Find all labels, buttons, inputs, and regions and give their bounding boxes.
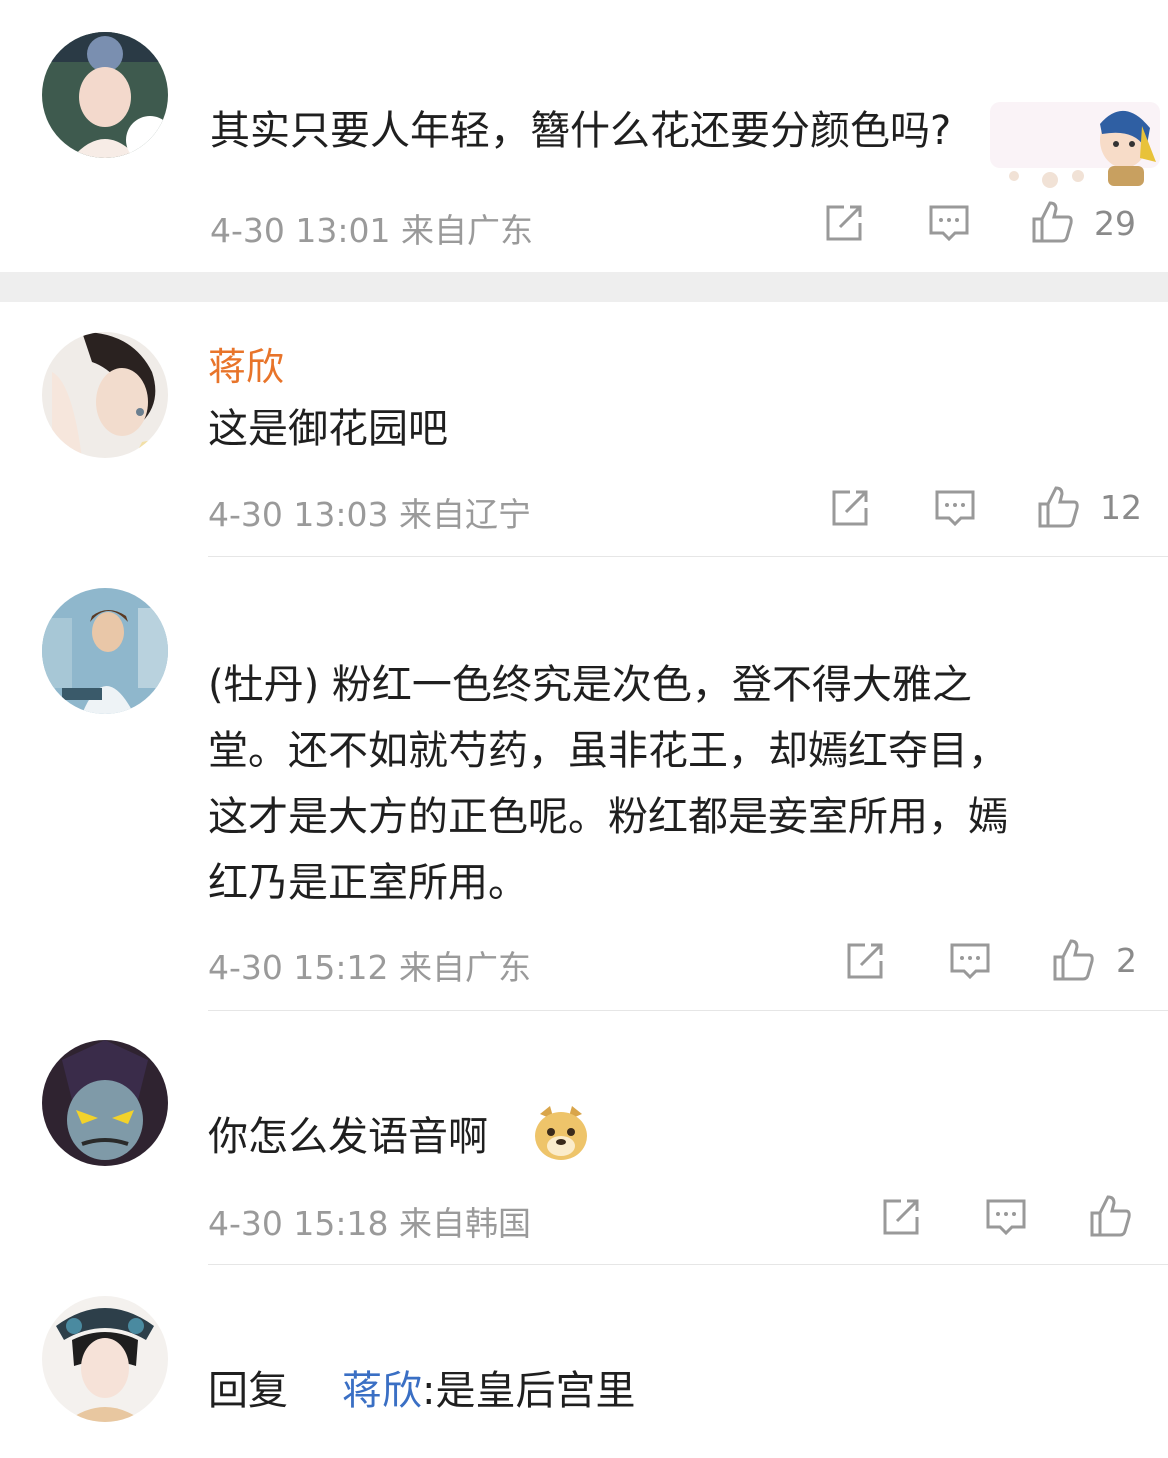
- like-count: 12: [1100, 488, 1142, 527]
- comment-time: 4-30 15:12 来自广东: [208, 948, 531, 987]
- comment-location: 来自广东: [399, 948, 531, 987]
- like-count: 2: [1116, 941, 1137, 980]
- comment-icon[interactable]: [927, 201, 971, 245]
- avatar[interactable]: [42, 1296, 168, 1422]
- like-icon[interactable]: [1051, 937, 1095, 981]
- avatar[interactable]: [42, 332, 168, 458]
- avatar[interactable]: [42, 1040, 168, 1166]
- share-icon[interactable]: [843, 939, 887, 983]
- comment-text: 你怎么发语音啊: [208, 1114, 488, 1160]
- comment-time: 4-30 13:03 来自辽宁: [208, 495, 531, 534]
- divider: [208, 1010, 1168, 1011]
- section-divider: [0, 272, 1168, 302]
- comment-icon[interactable]: [984, 1195, 1028, 1239]
- comment-icon[interactable]: [933, 486, 977, 530]
- share-icon[interactable]: [879, 1195, 923, 1239]
- reply-text: 回复 蒋欣:是皇后宫里: [208, 1358, 635, 1424]
- comment-text-line: (牡丹) 粉红一色终究是次色，登不得大雅之: [208, 662, 972, 708]
- comment-text-line: 堂。还不如就芍药，虽非花王，却嫣红夺目，: [208, 728, 1008, 774]
- username[interactable]: 蒋欣: [208, 336, 284, 391]
- avatar[interactable]: [42, 32, 168, 158]
- divider: [208, 556, 1168, 557]
- reply-username[interactable]: 蒋欣: [342, 1368, 422, 1414]
- avatar[interactable]: [42, 588, 168, 714]
- like-icon[interactable]: [1030, 199, 1074, 243]
- doge-emoji: [532, 1104, 590, 1162]
- like-count: 29: [1094, 204, 1136, 243]
- comment-location: 来自韩国: [399, 1204, 531, 1243]
- reply-prefix: 回复: [208, 1368, 288, 1414]
- comment-text-line: 红乃是正室所用。: [208, 860, 528, 906]
- comment-text-line: 这才是大方的正色呢。粉红都是妾室所用，嫣: [208, 794, 1008, 840]
- comment-location: 来自广东: [401, 211, 533, 250]
- reply-content: :是皇后宫里: [422, 1368, 636, 1414]
- comment-icon[interactable]: [948, 939, 992, 983]
- comment-text: 其实只要人年轻，簪什么花还要分颜色吗?: [210, 108, 952, 154]
- comment-location: 来自辽宁: [399, 495, 531, 534]
- like-icon[interactable]: [1088, 1193, 1132, 1237]
- sticker-decoration: [990, 100, 1160, 188]
- comment-time: 4-30 15:18 来自韩国: [208, 1204, 531, 1243]
- share-icon[interactable]: [822, 201, 866, 245]
- comment-time: 4-30 13:01 来自广东: [210, 211, 533, 250]
- comment-text: 这是御花园吧: [208, 406, 448, 452]
- like-icon[interactable]: [1036, 484, 1080, 528]
- share-icon[interactable]: [828, 486, 872, 530]
- divider: [208, 1264, 1168, 1265]
